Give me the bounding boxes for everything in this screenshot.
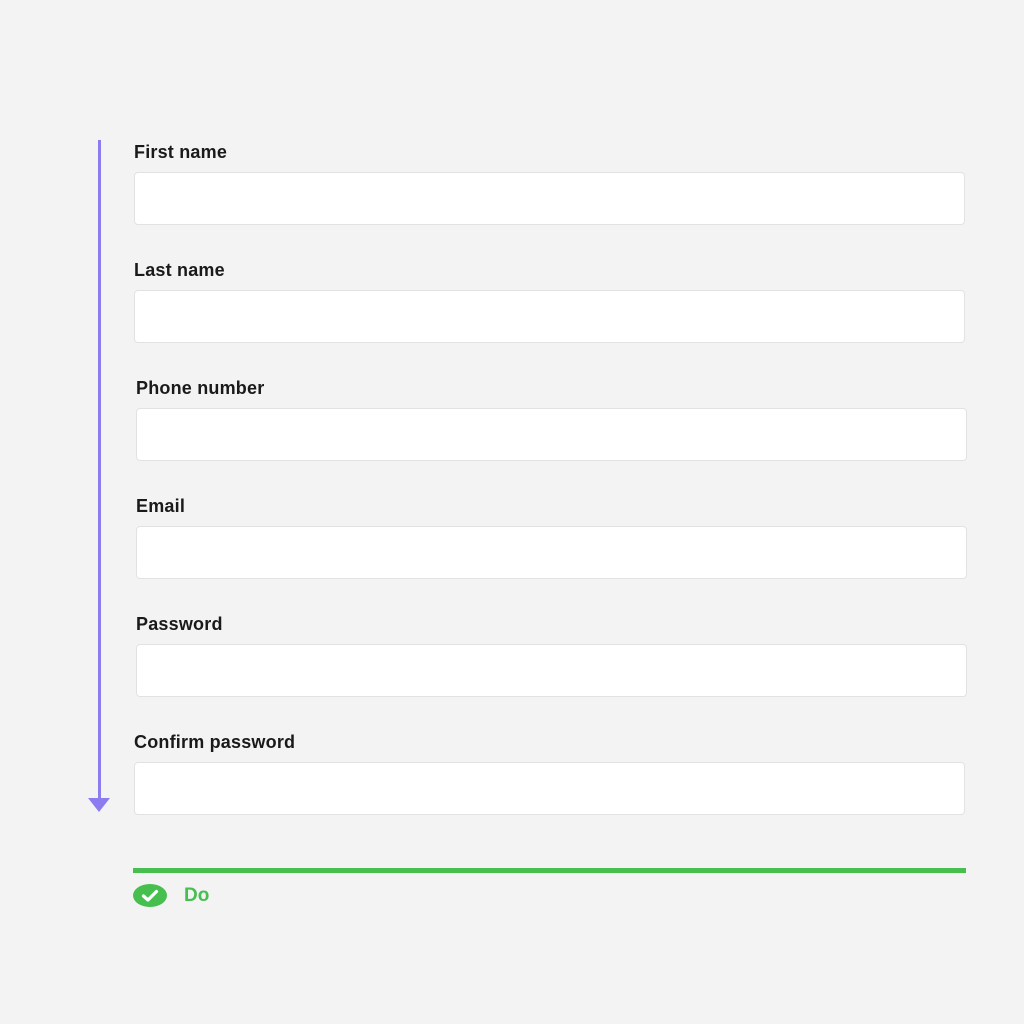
down-arrow-icon [88, 798, 110, 812]
confirm-password-input[interactable] [134, 762, 965, 815]
email-label: Email [136, 496, 186, 516]
first-name-input[interactable] [134, 172, 965, 225]
first-name-label: First name [134, 142, 228, 162]
email-input[interactable] [136, 526, 967, 579]
do-label: Do [184, 885, 210, 906]
phone-number-label: Phone number [136, 378, 265, 398]
last-name-input[interactable] [134, 290, 965, 343]
phone-number-input[interactable] [136, 408, 967, 461]
do-divider [133, 868, 966, 873]
password-input[interactable] [136, 644, 967, 697]
check-circle-icon [133, 884, 167, 907]
password-label: Password [136, 614, 223, 634]
last-name-label: Last name [134, 260, 225, 280]
confirm-password-label: Confirm password [134, 732, 296, 752]
flow-direction-line [98, 140, 101, 800]
